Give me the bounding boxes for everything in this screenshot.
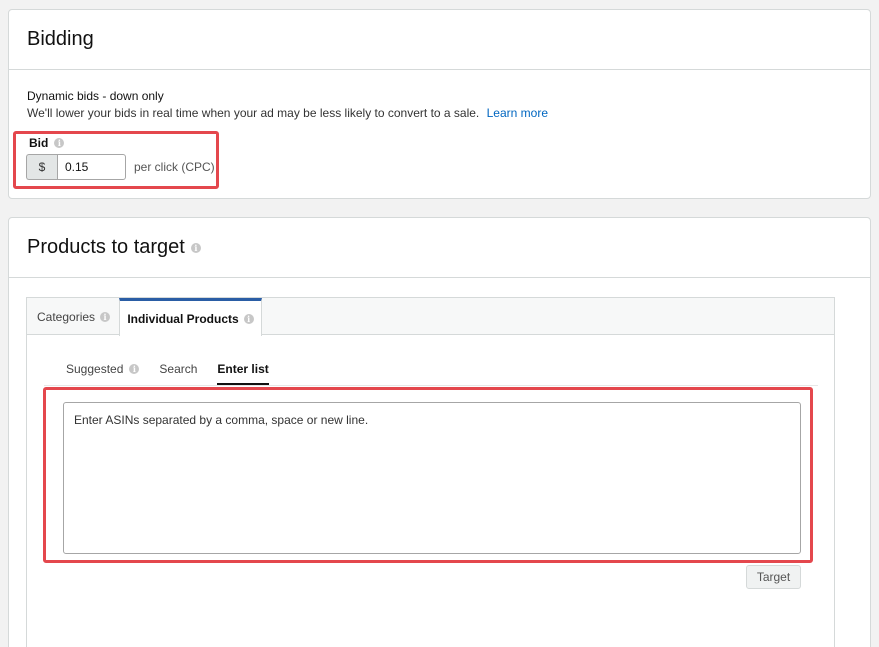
subtab-suggested[interactable]: Suggested i <box>66 353 140 385</box>
products-title-row: Products to target i <box>9 218 870 278</box>
learn-more-link[interactable]: Learn more <box>487 106 548 120</box>
tab-label: Individual Products <box>127 311 239 326</box>
tabs-bar: Categories i Individual Products i <box>27 298 834 336</box>
target-button[interactable]: Target <box>746 565 801 589</box>
info-icon: i <box>100 311 111 322</box>
asin-highlight-box <box>43 387 813 563</box>
info-icon: i <box>129 364 140 374</box>
subtabs: Suggested i Search Enter list <box>66 353 289 385</box>
bid-description: We'll lower your bids in real time when … <box>27 106 548 120</box>
info-icon: i <box>243 313 254 324</box>
subtab-label: Suggested <box>66 362 124 376</box>
tab-categories[interactable]: Categories i <box>37 298 111 335</box>
products-card: Products to target i Categories i Indivi… <box>8 217 871 647</box>
bid-description-text: We'll lower your bids in real time when … <box>27 106 480 120</box>
tab-label: Categories <box>37 309 96 324</box>
page: Bidding Dynamic bids - down only We'll l… <box>0 0 879 647</box>
subtab-divider <box>44 385 818 386</box>
subtab-search[interactable]: Search <box>159 353 197 385</box>
bidding-title: Bidding <box>9 10 870 70</box>
bid-strategy: Dynamic bids - down only <box>27 89 164 103</box>
info-icon[interactable]: i <box>190 242 201 253</box>
targeting-tabs-panel: Categories i Individual Products i Sugge… <box>26 297 835 647</box>
tab-individual-products[interactable]: Individual Products i <box>119 298 262 336</box>
products-title: Products to target <box>27 236 185 258</box>
subtab-label: Enter list <box>217 362 269 376</box>
bid-highlight-box <box>13 131 219 189</box>
subtab-enter-list[interactable]: Enter list <box>217 353 270 385</box>
bidding-card: Bidding Dynamic bids - down only We'll l… <box>8 9 871 199</box>
subtab-label: Search <box>159 362 198 376</box>
